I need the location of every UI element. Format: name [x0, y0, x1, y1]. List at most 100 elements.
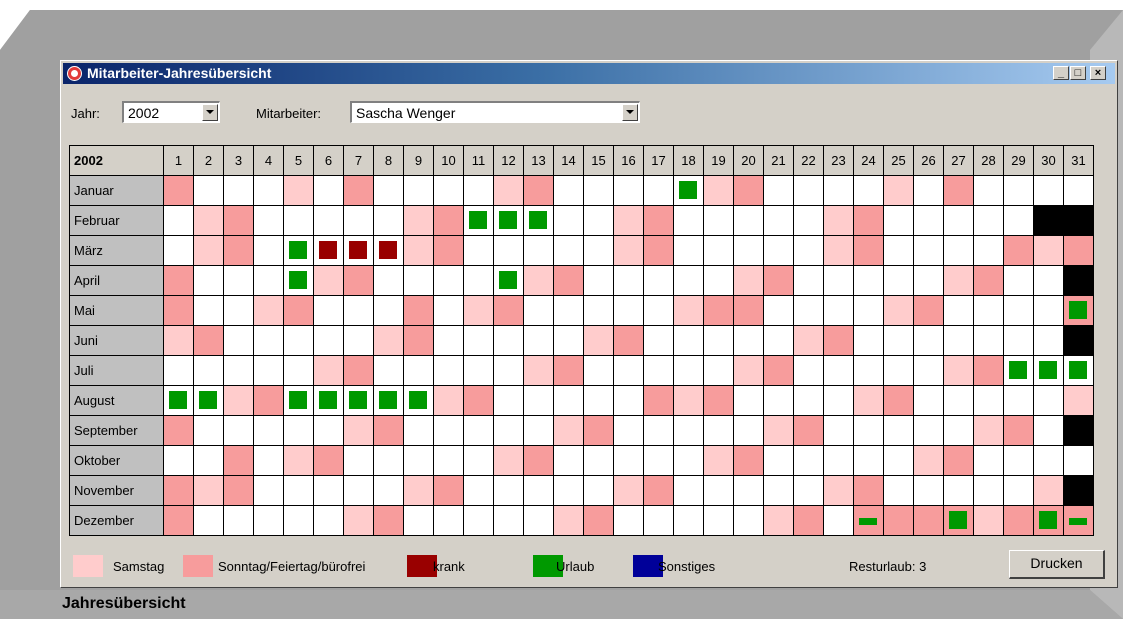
- day-cell[interactable]: [493, 175, 524, 206]
- day-cell[interactable]: [1033, 475, 1064, 506]
- day-cell[interactable]: [853, 445, 884, 476]
- day-cell[interactable]: [433, 415, 464, 446]
- day-cell[interactable]: [283, 325, 314, 356]
- day-cell[interactable]: [733, 295, 764, 326]
- day-cell[interactable]: [193, 235, 224, 266]
- day-cell[interactable]: [943, 505, 974, 536]
- day-cell[interactable]: [793, 415, 824, 446]
- day-cell[interactable]: [823, 415, 854, 446]
- day-cell[interactable]: [163, 295, 194, 326]
- day-cell[interactable]: [763, 235, 794, 266]
- day-cell[interactable]: [1033, 325, 1064, 356]
- day-cell[interactable]: [793, 355, 824, 386]
- day-cell[interactable]: [253, 475, 284, 506]
- day-cell[interactable]: [373, 355, 404, 386]
- day-cell[interactable]: [943, 265, 974, 296]
- day-cell[interactable]: [253, 205, 284, 236]
- day-cell[interactable]: [523, 385, 554, 416]
- day-cell[interactable]: [403, 355, 434, 386]
- day-cell[interactable]: [553, 325, 584, 356]
- day-cell[interactable]: [973, 295, 1004, 326]
- day-cell[interactable]: [673, 415, 704, 446]
- day-cell[interactable]: [613, 475, 644, 506]
- day-cell[interactable]: [193, 475, 224, 506]
- day-cell[interactable]: [493, 265, 524, 296]
- day-cell[interactable]: [463, 355, 494, 386]
- day-cell[interactable]: [673, 355, 704, 386]
- day-cell[interactable]: [673, 475, 704, 506]
- day-cell[interactable]: [253, 415, 284, 446]
- day-cell[interactable]: [313, 355, 344, 386]
- day-cell[interactable]: [973, 385, 1004, 416]
- day-cell[interactable]: [373, 175, 404, 206]
- day-cell[interactable]: [613, 265, 644, 296]
- day-cell[interactable]: [733, 175, 764, 206]
- day-cell[interactable]: [433, 295, 464, 326]
- day-cell[interactable]: [223, 295, 254, 326]
- day-cell[interactable]: [163, 235, 194, 266]
- day-cell[interactable]: [523, 265, 554, 296]
- day-cell[interactable]: [793, 235, 824, 266]
- employee-select[interactable]: Sascha Wenger: [350, 101, 640, 123]
- day-cell[interactable]: [193, 295, 224, 326]
- day-cell[interactable]: [1003, 235, 1034, 266]
- day-cell[interactable]: [853, 325, 884, 356]
- day-cell[interactable]: [553, 385, 584, 416]
- day-cell[interactable]: [823, 205, 854, 236]
- day-cell[interactable]: [703, 325, 734, 356]
- day-cell[interactable]: [193, 355, 224, 386]
- day-cell[interactable]: [163, 175, 194, 206]
- day-cell[interactable]: [913, 505, 944, 536]
- day-cell[interactable]: [373, 265, 404, 296]
- day-cell[interactable]: [313, 505, 344, 536]
- day-cell[interactable]: [343, 355, 374, 386]
- day-cell[interactable]: [193, 325, 224, 356]
- day-cell[interactable]: [763, 385, 794, 416]
- day-cell[interactable]: [1033, 415, 1064, 446]
- day-cell[interactable]: [763, 505, 794, 536]
- day-cell[interactable]: [163, 505, 194, 536]
- day-cell[interactable]: [283, 265, 314, 296]
- day-cell[interactable]: [373, 415, 404, 446]
- day-cell[interactable]: [973, 415, 1004, 446]
- day-cell[interactable]: [403, 385, 434, 416]
- day-cell[interactable]: [343, 385, 374, 416]
- day-cell[interactable]: [613, 205, 644, 236]
- day-cell[interactable]: [583, 295, 614, 326]
- day-cell[interactable]: [673, 175, 704, 206]
- day-cell[interactable]: [253, 505, 284, 536]
- day-cell[interactable]: [733, 355, 764, 386]
- day-cell[interactable]: [1033, 235, 1064, 266]
- day-cell[interactable]: [523, 235, 554, 266]
- day-cell[interactable]: [763, 415, 794, 446]
- day-cell[interactable]: [913, 175, 944, 206]
- day-cell[interactable]: [403, 475, 434, 506]
- day-cell[interactable]: [913, 445, 944, 476]
- day-cell[interactable]: [793, 505, 824, 536]
- day-cell[interactable]: [523, 475, 554, 506]
- day-cell[interactable]: [613, 355, 644, 386]
- day-cell[interactable]: [373, 295, 404, 326]
- day-cell[interactable]: [883, 355, 914, 386]
- day-cell[interactable]: [943, 475, 974, 506]
- day-cell[interactable]: [1003, 265, 1034, 296]
- day-cell[interactable]: [343, 445, 374, 476]
- day-cell[interactable]: [673, 445, 704, 476]
- day-cell[interactable]: [643, 265, 674, 296]
- day-cell[interactable]: [1003, 385, 1034, 416]
- day-cell[interactable]: [913, 385, 944, 416]
- day-cell[interactable]: [313, 325, 344, 356]
- day-cell[interactable]: [463, 265, 494, 296]
- day-cell[interactable]: [943, 295, 974, 326]
- day-cell[interactable]: [793, 295, 824, 326]
- day-cell[interactable]: [493, 475, 524, 506]
- day-cell[interactable]: [673, 205, 704, 236]
- day-cell[interactable]: [883, 325, 914, 356]
- day-cell[interactable]: [793, 325, 824, 356]
- day-cell[interactable]: [223, 505, 254, 536]
- day-cell[interactable]: [433, 235, 464, 266]
- day-cell[interactable]: [283, 175, 314, 206]
- day-cell[interactable]: [643, 295, 674, 326]
- day-cell[interactable]: [433, 505, 464, 536]
- day-cell[interactable]: [523, 355, 554, 386]
